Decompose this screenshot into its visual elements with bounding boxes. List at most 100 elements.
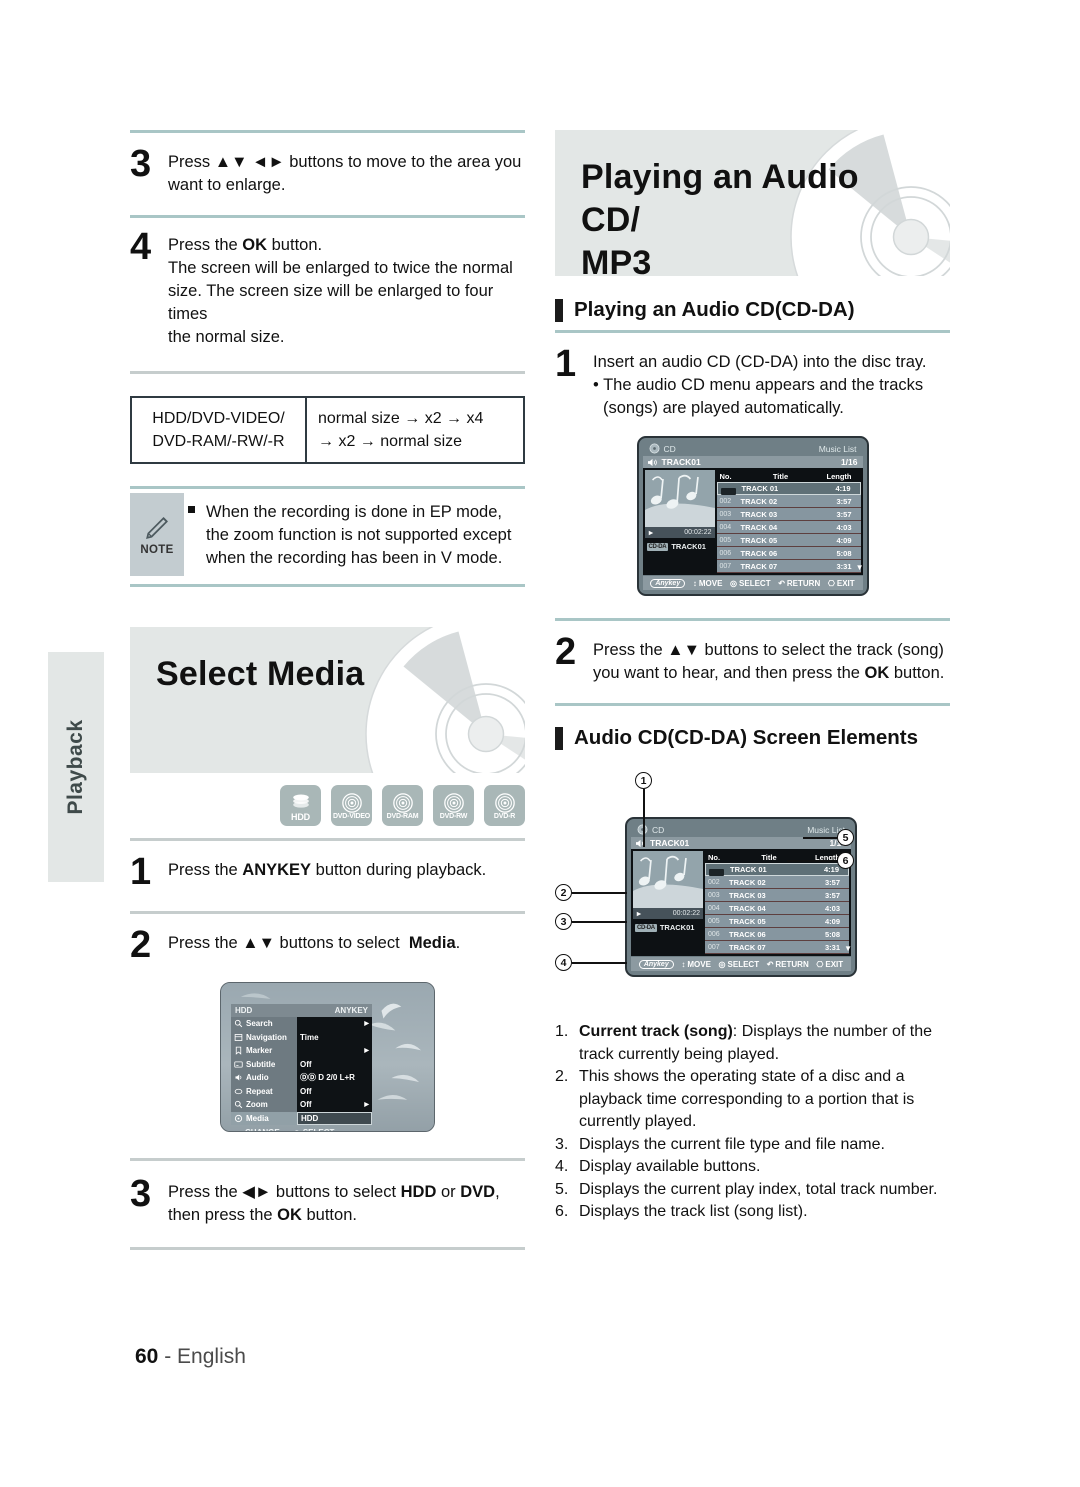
step-number: 1 (555, 343, 576, 385)
step-continuation: (songs) are played automatically. (603, 399, 844, 417)
divider (130, 1158, 525, 1161)
track-length: 3:57 (836, 509, 852, 519)
anykey-row-search[interactable]: Search ▶ (231, 1017, 372, 1031)
osd-track-row[interactable]: 005 TRACK 05 4:09 (716, 534, 861, 548)
disc-icon (392, 793, 413, 813)
divider (130, 911, 525, 914)
note-text: When the recording is done in EP mode, t… (206, 503, 512, 567)
media-icon (234, 1114, 243, 1122)
track-length: 4:19 (835, 484, 851, 494)
exit-button-icon: ⎔ (827, 578, 835, 588)
callout-2: 2 (555, 884, 572, 901)
anykey-row-label: Search (246, 1019, 273, 1029)
page-number: 60 (135, 1345, 159, 1368)
play-icon (636, 911, 642, 916)
callout-4: 4 (555, 954, 572, 971)
osd-track-row[interactable]: 003 TRACK 03 3:57 (716, 508, 861, 522)
track-title: TRACK 07 (740, 561, 778, 571)
track-title: TRACK 04 (729, 903, 766, 913)
anykey-row-label: Zoom (246, 1100, 268, 1110)
ok-button-icon: ◎ (718, 959, 726, 969)
step-number: 2 (130, 924, 151, 966)
track-title: TRACK 05 (729, 916, 766, 926)
osd-track-row[interactable]: 007 TRACK 07 3:31 (705, 941, 849, 955)
ok-button-icon: ◎ (294, 1129, 300, 1132)
track-title: TRACK 06 (729, 929, 766, 939)
banner-title-line1: Playing an Audio CD/ (581, 158, 859, 239)
osd-track-row[interactable]: 005 TRACK 05 4:09 (705, 915, 849, 929)
anykey-title: ANYKEY (334, 1006, 368, 1015)
scroll-down-icon[interactable]: ▼ (856, 563, 864, 572)
osd-button-move[interactable]: ↕ MOVE (681, 960, 711, 969)
track-length: 3:57 (836, 496, 852, 506)
track-title: TRACK 06 (740, 548, 778, 558)
anykey-row-zoom[interactable]: Zoom Off ▶ (231, 1098, 372, 1112)
step-line-ok: Press the OK button. (168, 236, 323, 254)
osd-button-move[interactable]: ↕ MOVE (693, 579, 723, 588)
osd-track-row[interactable]: 006 TRACK 06 5:08 (705, 928, 849, 942)
osd-button-select[interactable]: ◎ SELECT (719, 960, 760, 969)
anykey-row-subtitle[interactable]: Subtitle Off (231, 1057, 372, 1071)
step-text: Press the ◀► buttons to select HDD or DV… (168, 1183, 500, 1224)
track-title: TRACK 01 (741, 484, 779, 494)
anykey-media-label: HDD (235, 1006, 253, 1015)
track-length: 5:08 (824, 929, 840, 939)
osd-button-select[interactable]: ◎ SELECT (730, 579, 771, 588)
chapter-banner-title: Playing an Audio CD/ MP3 (581, 156, 924, 276)
anykey-row-repeat[interactable]: Repeat Off (231, 1084, 372, 1098)
osd-track-row[interactable]: 004 TRACK 04 4:03 (705, 902, 849, 916)
osd-track-row[interactable]: 004 TRACK 04 4:03 (716, 521, 861, 535)
step-number: 1 (130, 851, 151, 893)
osd-track-row[interactable]: 003 TRACK 03 3:57 (705, 889, 849, 903)
note-text-wrap: When the recording is done in EP mode, t… (184, 493, 525, 576)
section-heading-text: Playing an Audio CD(CD-DA) (574, 298, 855, 321)
osd-button-exit[interactable]: ⎔ EXIT (816, 960, 843, 969)
anykey-badge-icon[interactable]: Anykey (638, 959, 674, 969)
osd-track-row[interactable]: 002 TRACK 02 3:57 (716, 495, 861, 509)
disc-icon (649, 443, 659, 454)
osd-button-return[interactable]: ↶ RETURN (767, 960, 809, 969)
explanation-bold: Current track (song) (579, 1023, 733, 1040)
explanation-text: Display available buttons. (579, 1158, 761, 1175)
table-cell-sequence: normal size → x2 → x4 → x2 → normal size (305, 396, 525, 464)
anykey-row-value: HDD (301, 1113, 319, 1123)
column-header-no: No. (719, 471, 732, 481)
osd-track-row[interactable]: 001 TRACK 01 4:19 (705, 863, 849, 877)
anykey-row-media[interactable]: Media HDD (231, 1111, 372, 1125)
anykey-badge-icon[interactable]: Anykey (650, 578, 686, 588)
disc-icon (341, 793, 362, 813)
media-badge-dvd-r: DVD-R (484, 785, 525, 826)
anykey-row-marker[interactable]: Marker ▶ (231, 1044, 372, 1058)
track-length: 3:57 (824, 877, 840, 887)
callout-line-6 (787, 860, 837, 862)
disc-icon (494, 793, 515, 813)
osd-track-row[interactable]: 002 TRACK 02 3:57 (705, 876, 849, 890)
manual-page: Playback 3 Press ▲▼ ◄► buttons to move t… (0, 0, 1080, 1487)
osd-track-row[interactable]: 006 TRACK 06 5:08 (716, 547, 861, 561)
anykey-row-value: Off (300, 1086, 312, 1096)
anykey-row-label: Repeat (246, 1086, 273, 1096)
osd-track-row[interactable]: 007 TRACK 07 3:31 (716, 560, 861, 574)
callout-line-5 (803, 837, 837, 839)
media-step-1: 1 Press the ANYKEY button during playbac… (130, 851, 525, 893)
osd-elapsed-time: 00:02:22 (684, 529, 712, 537)
banner-title: Select Media (156, 655, 365, 693)
osd-button-return[interactable]: ↶ RETURN (778, 579, 820, 588)
osd-track-row[interactable]: 001 TRACK 01 4:19 (716, 482, 861, 496)
anykey-row-audio[interactable]: Audio ⒹⒹ D 2/0 L+R (231, 1071, 372, 1085)
osd-file-name: TRACK01 (659, 923, 695, 933)
audio-cd-step-1: 1 Insert an audio CD (CD-DA) into the di… (555, 343, 950, 420)
bullet-icon (188, 506, 195, 513)
osd-music-list: CD Music List TRACK01 1/16 00:02:22 CD-D… (636, 436, 869, 596)
track-no: 002 (708, 878, 720, 886)
page-footer: 60 - English (135, 1345, 246, 1369)
exit-button-icon: ⎔ (816, 959, 824, 969)
anykey-row-value: Off (300, 1100, 312, 1110)
list-item: 3. Displays the current file type and fi… (555, 1135, 885, 1153)
osd-button-exit[interactable]: ⎔ EXIT (828, 579, 855, 588)
callout-line-4 (572, 962, 627, 964)
chapter-side-tab: Playback (48, 652, 104, 882)
scroll-down-icon[interactable]: ▼ (844, 944, 852, 953)
anykey-row-navigation[interactable]: Navigation Time (231, 1030, 372, 1044)
osd-disc-type: CD (663, 443, 676, 454)
